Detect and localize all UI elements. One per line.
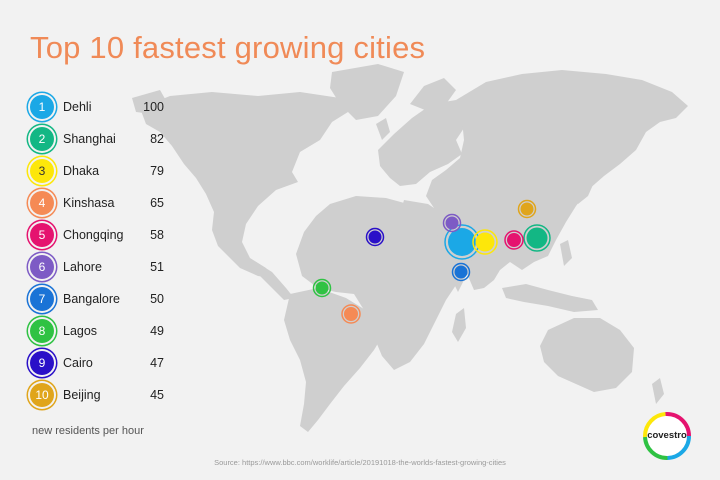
rank-badge: 2: [30, 127, 54, 151]
marker-dot: [475, 232, 495, 252]
source-link[interactable]: Source: https://www.bbc.com/worklife/art…: [0, 458, 720, 467]
rank-badge: 9: [30, 351, 54, 375]
city-value: 65: [150, 196, 164, 210]
legend-item: 8 Lagos 49: [30, 318, 170, 350]
city-value: 49: [150, 324, 164, 338]
city-name: Lagos: [63, 324, 98, 338]
britain-shape: [376, 118, 390, 140]
brand-logo: covestro: [647, 430, 687, 441]
marker-dot: [344, 307, 358, 321]
city-name: Dehli: [63, 100, 92, 114]
rank-badge: 1: [30, 95, 54, 119]
city-value: 50: [150, 292, 164, 306]
marker-shanghai[interactable]: [523, 224, 551, 252]
marker-dehli[interactable]: [444, 224, 480, 260]
legend-item: 6 Lahore 51: [30, 254, 170, 286]
legend-item: 4 Kinshasa 65: [30, 190, 170, 222]
land-masses: [132, 64, 688, 432]
marker-dot: [445, 216, 459, 230]
marker-bangalore[interactable]: [451, 262, 471, 282]
city-value: 79: [150, 164, 164, 178]
city-value: 100: [143, 100, 164, 114]
australia-shape: [540, 318, 634, 392]
city-value: 82: [150, 132, 164, 146]
indonesia-shape: [502, 284, 598, 312]
legend-item: 9 Cairo 47: [30, 350, 170, 382]
city-name: Cairo: [63, 356, 93, 370]
marker-beijing[interactable]: [517, 199, 537, 219]
city-legend: 1 Dehli 100 2 Shanghai 82 3 Dhaka 79 4 K…: [30, 94, 170, 414]
legend-item: 5 Chongqing 58: [30, 222, 170, 254]
city-name: Kinshasa: [63, 196, 115, 210]
marker-lagos[interactable]: [312, 278, 332, 298]
marker-cairo[interactable]: [365, 227, 385, 247]
rank-badge: 10: [30, 383, 54, 407]
legend-item: 10 Beijing 45: [30, 382, 170, 414]
new-zealand-shape: [652, 378, 664, 404]
city-value: 58: [150, 228, 164, 242]
rank-badge: 7: [30, 287, 54, 311]
philippines-shape: [560, 240, 572, 266]
city-value: 47: [150, 356, 164, 370]
marker-dot: [526, 227, 548, 249]
marker-lahore[interactable]: [442, 213, 462, 233]
marker-dhaka[interactable]: [472, 229, 498, 255]
legend-item: 7 Bangalore 50: [30, 286, 170, 318]
city-name: Lahore: [63, 260, 102, 274]
rank-badge: 4: [30, 191, 54, 215]
marker-dot: [315, 281, 329, 295]
rank-badge: 8: [30, 319, 54, 343]
city-name: Dhaka: [63, 164, 100, 178]
rank-badge: 6: [30, 255, 54, 279]
city-value: 51: [150, 260, 164, 274]
city-name: Shanghai: [63, 132, 116, 146]
rank-badge: 5: [30, 223, 54, 247]
legend-item: 1 Dehli 100: [30, 94, 170, 126]
marker-kinshasa[interactable]: [341, 304, 361, 324]
madagascar-shape: [452, 308, 466, 342]
marker-dot: [454, 265, 468, 279]
central-america-shape: [256, 262, 294, 300]
marker-dot: [507, 233, 521, 247]
legend-item: 2 Shanghai 82: [30, 126, 170, 158]
rank-badge: 3: [30, 159, 54, 183]
units-caption: new residents per hour: [32, 425, 144, 437]
city-name: Bangalore: [63, 292, 120, 306]
city-name: Beijing: [63, 388, 101, 402]
marker-dot: [520, 202, 534, 216]
marker-dot: [368, 230, 382, 244]
city-value: 45: [150, 388, 164, 402]
legend-item: 3 Dhaka 79: [30, 158, 170, 190]
marker-chongqing[interactable]: [504, 230, 524, 250]
